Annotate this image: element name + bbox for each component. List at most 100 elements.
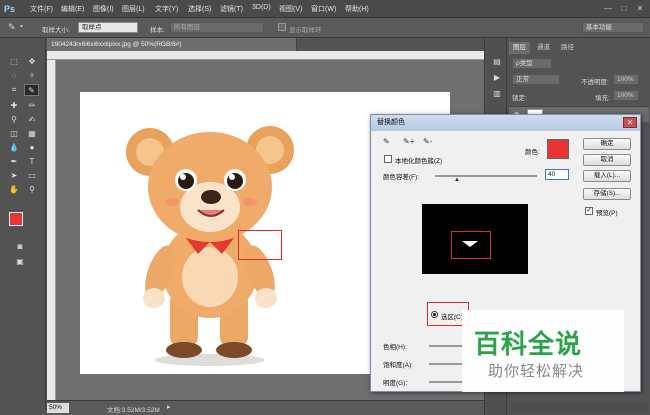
- lock-label: 锁定:: [512, 95, 527, 102]
- close-button[interactable]: ✕: [634, 3, 646, 14]
- dialog-title: 替换颜色: [371, 115, 640, 131]
- tab-channels[interactable]: 通道: [533, 42, 554, 54]
- path-select-icon[interactable]: ➤: [8, 170, 20, 182]
- restore-button[interactable]: □: [618, 3, 630, 14]
- status-bar: 50% 文档:3.52M/3.52M ▸: [47, 400, 484, 415]
- hand-icon[interactable]: ✋: [8, 184, 20, 196]
- menu-edit[interactable]: 编辑(E): [61, 4, 84, 14]
- ok-button[interactable]: 确定: [583, 138, 631, 150]
- show-ring-checkbox[interactable]: [278, 23, 286, 31]
- sample-size-select[interactable]: 取样点: [78, 22, 138, 33]
- fill-field[interactable]: 100%: [613, 90, 639, 101]
- menu-type[interactable]: 文字(Y): [155, 4, 178, 14]
- eyedropper-minus-icon[interactable]: ✎-: [423, 137, 433, 147]
- saturation-label: 饱和度(A):: [383, 362, 413, 369]
- workspace-select[interactable]: 基本功能: [582, 22, 644, 33]
- foreground-color-swatch[interactable]: [9, 212, 23, 226]
- menu-help[interactable]: 帮助(H): [345, 4, 369, 14]
- menu-file[interactable]: 文件(F): [30, 4, 53, 14]
- fill-label: 填充:: [595, 95, 610, 102]
- watermark: 百科全说 助你轻松解决: [462, 310, 624, 392]
- opacity-field[interactable]: 100%: [613, 74, 639, 85]
- load-button[interactable]: 载入(L)...: [583, 170, 631, 182]
- layers-panel-footer: [509, 402, 649, 413]
- screen-mode-icon[interactable]: ▣: [14, 256, 26, 268]
- blur-icon[interactable]: 💧: [8, 142, 20, 154]
- save-button[interactable]: 存储(S)...: [583, 188, 631, 200]
- fuzziness-slider[interactable]: [435, 175, 537, 177]
- show-ring-label: 显示取样环: [289, 27, 322, 34]
- status-arrow-icon[interactable]: ▸: [167, 403, 171, 411]
- marquee-icon[interactable]: ⬚: [8, 56, 20, 68]
- sample-label: 样本:: [150, 27, 165, 34]
- shape-icon[interactable]: ▭: [26, 170, 38, 182]
- eyedropper-icon-1[interactable]: ✎: [383, 137, 393, 147]
- selection-preview: [422, 204, 528, 274]
- opacity-label: 不透明度:: [581, 79, 609, 86]
- preview-label: 预览(P): [596, 210, 618, 217]
- selection-radio[interactable]: [431, 311, 438, 318]
- crop-icon[interactable]: ⌗: [8, 84, 20, 96]
- localized-checkbox[interactable]: [384, 155, 392, 163]
- minimize-button[interactable]: —: [602, 3, 614, 14]
- tab-layers[interactable]: 图层: [509, 42, 530, 54]
- preview-mask-shape: [462, 241, 478, 247]
- dodge-icon[interactable]: ●: [26, 142, 38, 154]
- document-tab[interactable]: 1904243rx6i6xi6xx6pixx.jpg @ 50%(RGB/8#): [47, 38, 297, 51]
- pen-icon[interactable]: ✒: [8, 156, 20, 168]
- actions-panel-icon[interactable]: ▶: [491, 72, 503, 84]
- menu-view[interactable]: 视图(V): [279, 4, 302, 14]
- options-bar: ✎ ▾ 取样大小: 取样点 样本: 所有图层 显示取样环 基本功能: [0, 18, 650, 38]
- selection-radio-label: 选区(C): [441, 314, 464, 321]
- lightness-slider[interactable]: [429, 381, 465, 383]
- fuzziness-label: 颜色容差(F):: [383, 174, 420, 181]
- eyedropper-plus-icon[interactable]: ✎+: [403, 137, 414, 147]
- lightness-label: 明度(G):: [383, 380, 408, 387]
- menu-image[interactable]: 图像(I): [93, 4, 114, 14]
- gradient-icon[interactable]: ▦: [26, 128, 38, 140]
- layer-filter-select[interactable]: ρ类型: [512, 58, 552, 69]
- hue-label: 色相(H):: [383, 344, 407, 351]
- tool-preset-arrow-icon[interactable]: ▾: [20, 23, 23, 30]
- menu-select[interactable]: 选择(S): [188, 4, 211, 14]
- zoom-field[interactable]: 50%: [47, 403, 69, 413]
- watermark-subtitle: 助你轻松解决: [488, 362, 585, 380]
- brush-icon[interactable]: ✏: [26, 100, 38, 112]
- lasso-icon[interactable]: ◌: [8, 70, 20, 82]
- eraser-icon[interactable]: ◫: [8, 128, 20, 140]
- type-icon[interactable]: T: [26, 156, 38, 168]
- saturation-slider[interactable]: [429, 363, 465, 365]
- tab-paths[interactable]: 路径: [557, 42, 578, 54]
- color-swatch[interactable]: [547, 139, 569, 159]
- eyedropper-icon[interactable]: ✎: [24, 84, 39, 96]
- menu-3d[interactable]: 3D(D): [252, 4, 271, 11]
- history-panel-icon[interactable]: ▤: [491, 56, 503, 68]
- quick-mask-icon[interactable]: ◙: [14, 241, 26, 253]
- fuzziness-input[interactable]: 40: [545, 169, 569, 180]
- quick-select-icon[interactable]: ✧: [26, 70, 38, 82]
- swatches-panel-icon[interactable]: ▥: [491, 88, 503, 100]
- sample-select[interactable]: 所有图层: [170, 22, 264, 33]
- menu-layer[interactable]: 图层(L): [122, 4, 145, 14]
- menu-window[interactable]: 窗口(W): [311, 4, 336, 14]
- move-icon[interactable]: ✥: [26, 56, 38, 68]
- menu-bar: Ps 文件(F) 编辑(E) 图像(I) 图层(L) 文字(Y) 选择(S) 滤…: [0, 0, 650, 18]
- menu-filter[interactable]: 滤镜(T): [220, 4, 243, 14]
- blend-mode-select[interactable]: 正常: [512, 74, 560, 85]
- preview-checkbox[interactable]: ✓: [585, 207, 593, 215]
- dialog-close-icon[interactable]: ✕: [623, 117, 637, 128]
- cancel-button[interactable]: 取消: [583, 154, 631, 166]
- toolbox: ⬚ ✥ ◌ ✧ ⌗ ✎ ✚ ✏ ⚲ ✍ ◫ ▦ 💧 ● ✒ T ➤ ▭ ✋ ⚲ …: [0, 38, 46, 410]
- localized-label: 本地化颜色簇(Z): [395, 158, 443, 165]
- zoom-icon[interactable]: ⚲: [26, 184, 38, 196]
- fuzziness-slider-thumb-icon[interactable]: ▲: [454, 177, 460, 183]
- hue-slider[interactable]: [429, 345, 465, 347]
- stamp-icon[interactable]: ⚲: [8, 114, 20, 126]
- vertical-ruler: [47, 60, 56, 400]
- sample-marker: [238, 230, 282, 260]
- selection-radio-dot: [433, 313, 436, 316]
- history-brush-icon[interactable]: ✍: [26, 114, 38, 126]
- healing-icon[interactable]: ✚: [8, 100, 20, 112]
- eyedropper-tool-icon[interactable]: ✎: [8, 22, 16, 33]
- horizontal-ruler: [47, 51, 484, 60]
